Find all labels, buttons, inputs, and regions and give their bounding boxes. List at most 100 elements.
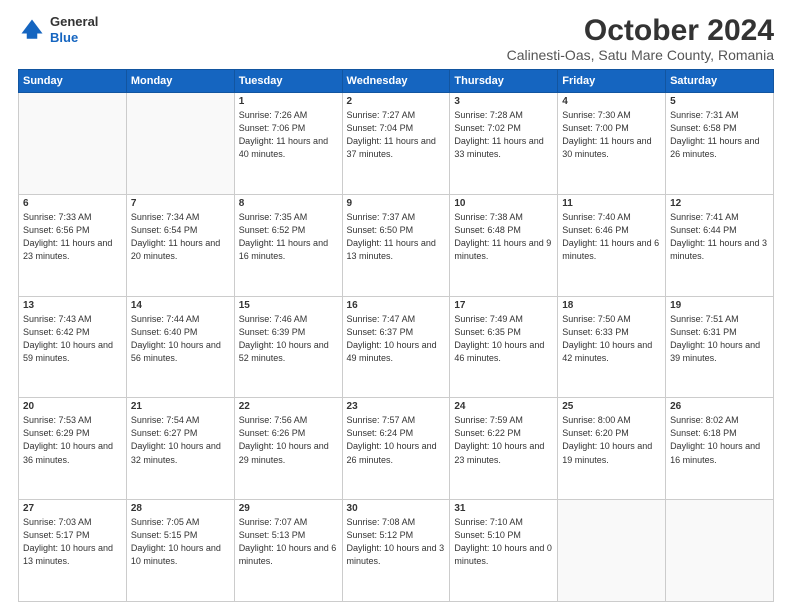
calendar-cell: 15Sunrise: 7:46 AMSunset: 6:39 PMDayligh… — [234, 296, 342, 398]
day-number: 4 — [562, 96, 661, 107]
calendar-week-4: 20 Sunrise: 7:53 AMSunset: 6:29 PMDayligh… — [19, 398, 774, 500]
cell-details: Sunrise: 7:47 AMSunset: 6:37 PMDaylight:… — [347, 313, 446, 365]
calendar-header-wednesday: Wednesday — [342, 70, 450, 93]
day-number: 12 — [670, 198, 769, 209]
calendar-cell: 26Sunrise: 8:02 AMSunset: 6:18 PMDayligh… — [666, 398, 774, 500]
logo-blue: Blue — [50, 30, 78, 45]
day-number: 30 — [347, 503, 446, 514]
calendar-cell: 10 Sunrise: 7:38 AMSunset: 6:48 PMDayligh… — [450, 194, 558, 296]
day-number: 13 — [23, 300, 122, 311]
cell-details: Sunrise: 7:40 AMSunset: 6:46 PMDaylight:… — [562, 211, 661, 263]
cell-details: Sunrise: 7:37 AMSunset: 6:50 PMDaylight:… — [347, 211, 446, 263]
calendar-cell: 29 Sunrise: 7:07 AMSunset: 5:13 PMDayligh… — [234, 500, 342, 602]
calendar-cell: 20 Sunrise: 7:53 AMSunset: 6:29 PMDayligh… — [19, 398, 127, 500]
day-number: 14 — [131, 300, 230, 311]
cell-details: Sunrise: 7:59 AMSunset: 6:22 PMDaylight:… — [454, 414, 553, 466]
day-number: 9 — [347, 198, 446, 209]
calendar-header-monday: Monday — [126, 70, 234, 93]
calendar-header-friday: Friday — [558, 70, 666, 93]
day-number: 22 — [239, 401, 338, 412]
cell-details: Sunrise: 7:54 AMSunset: 6:27 PMDaylight:… — [131, 414, 230, 466]
cell-details: Sunrise: 7:07 AMSunset: 5:13 PMDaylight:… — [239, 516, 338, 568]
calendar-cell: 30 Sunrise: 7:08 AMSunset: 5:12 PMDayligh… — [342, 500, 450, 602]
header: General Blue October 2024 Calinesti-Oas,… — [18, 14, 774, 63]
cell-details: Sunrise: 7:08 AMSunset: 5:12 PMDaylight:… — [347, 516, 446, 568]
day-number: 15 — [239, 300, 338, 311]
calendar-week-3: 13 Sunrise: 7:43 AMSunset: 6:42 PMDayligh… — [19, 296, 774, 398]
cell-details: Sunrise: 7:33 AMSunset: 6:56 PMDaylight:… — [23, 211, 122, 263]
cell-details: Sunrise: 8:02 AMSunset: 6:18 PMDaylight:… — [670, 414, 769, 466]
calendar-cell — [558, 500, 666, 602]
day-number: 25 — [562, 401, 661, 412]
day-number: 5 — [670, 96, 769, 107]
calendar-table: SundayMondayTuesdayWednesdayThursdayFrid… — [18, 69, 774, 602]
day-number: 19 — [670, 300, 769, 311]
day-number: 20 — [23, 401, 122, 412]
cell-details: Sunrise: 7:44 AMSunset: 6:40 PMDaylight:… — [131, 313, 230, 365]
cell-details: Sunrise: 7:50 AMSunset: 6:33 PMDaylight:… — [562, 313, 661, 365]
day-number: 11 — [562, 198, 661, 209]
cell-details: Sunrise: 7:53 AMSunset: 6:29 PMDaylight:… — [23, 414, 122, 466]
calendar-cell: 8Sunrise: 7:35 AMSunset: 6:52 PMDaylight… — [234, 194, 342, 296]
calendar-cell: 17 Sunrise: 7:49 AMSunset: 6:35 PMDayligh… — [450, 296, 558, 398]
calendar-cell: 22Sunrise: 7:56 AMSunset: 6:26 PMDayligh… — [234, 398, 342, 500]
cell-details: Sunrise: 7:28 AMSunset: 7:02 PMDaylight:… — [454, 109, 553, 161]
calendar-cell — [19, 93, 127, 195]
day-number: 27 — [23, 503, 122, 514]
logo-text: General Blue — [50, 14, 98, 45]
calendar-cell: 28Sunrise: 7:05 AMSunset: 5:15 PMDayligh… — [126, 500, 234, 602]
calendar-header-tuesday: Tuesday — [234, 70, 342, 93]
cell-details: Sunrise: 8:00 AMSunset: 6:20 PMDaylight:… — [562, 414, 661, 466]
day-number: 6 — [23, 198, 122, 209]
main-title: October 2024 — [507, 14, 774, 47]
calendar-cell: 11 Sunrise: 7:40 AMSunset: 6:46 PMDayligh… — [558, 194, 666, 296]
calendar-cell: 5 Sunrise: 7:31 AMSunset: 6:58 PMDaylight… — [666, 93, 774, 195]
cell-details: Sunrise: 7:51 AMSunset: 6:31 PMDaylight:… — [670, 313, 769, 365]
calendar-week-2: 6 Sunrise: 7:33 AMSunset: 6:56 PMDaylight… — [19, 194, 774, 296]
day-number: 16 — [347, 300, 446, 311]
calendar-cell: 23Sunrise: 7:57 AMSunset: 6:24 PMDayligh… — [342, 398, 450, 500]
day-number: 1 — [239, 96, 338, 107]
title-block: October 2024 Calinesti-Oas, Satu Mare Co… — [507, 14, 774, 63]
cell-details: Sunrise: 7:30 AMSunset: 7:00 PMDaylight:… — [562, 109, 661, 161]
calendar-header-sunday: Sunday — [19, 70, 127, 93]
calendar-cell: 12 Sunrise: 7:41 AMSunset: 6:44 PMDayligh… — [666, 194, 774, 296]
logo: General Blue — [18, 14, 98, 45]
calendar-cell: 19 Sunrise: 7:51 AMSunset: 6:31 PMDayligh… — [666, 296, 774, 398]
calendar-cell: 9 Sunrise: 7:37 AMSunset: 6:50 PMDaylight… — [342, 194, 450, 296]
calendar-cell: 16 Sunrise: 7:47 AMSunset: 6:37 PMDayligh… — [342, 296, 450, 398]
day-number: 24 — [454, 401, 553, 412]
calendar-cell: 1 Sunrise: 7:26 AMSunset: 7:06 PMDaylight… — [234, 93, 342, 195]
cell-details: Sunrise: 7:43 AMSunset: 6:42 PMDaylight:… — [23, 313, 122, 365]
cell-details: Sunrise: 7:57 AMSunset: 6:24 PMDaylight:… — [347, 414, 446, 466]
calendar-cell: 18 Sunrise: 7:50 AMSunset: 6:33 PMDayligh… — [558, 296, 666, 398]
calendar-cell — [666, 500, 774, 602]
cell-details: Sunrise: 7:03 AMSunset: 5:17 PMDaylight:… — [23, 516, 122, 568]
cell-details: Sunrise: 7:34 AMSunset: 6:54 PMDaylight:… — [131, 211, 230, 263]
calendar-header-thursday: Thursday — [450, 70, 558, 93]
calendar-cell: 31Sunrise: 7:10 AMSunset: 5:10 PMDayligh… — [450, 500, 558, 602]
day-number: 28 — [131, 503, 230, 514]
day-number: 3 — [454, 96, 553, 107]
calendar-cell: 21 Sunrise: 7:54 AMSunset: 6:27 PMDayligh… — [126, 398, 234, 500]
calendar-cell: 7Sunrise: 7:34 AMSunset: 6:54 PMDaylight… — [126, 194, 234, 296]
calendar-cell — [126, 93, 234, 195]
cell-details: Sunrise: 7:41 AMSunset: 6:44 PMDaylight:… — [670, 211, 769, 263]
calendar-cell: 24 Sunrise: 7:59 AMSunset: 6:22 PMDayligh… — [450, 398, 558, 500]
logo-general: General — [50, 14, 98, 29]
calendar-cell: 27 Sunrise: 7:03 AMSunset: 5:17 PMDayligh… — [19, 500, 127, 602]
cell-details: Sunrise: 7:38 AMSunset: 6:48 PMDaylight:… — [454, 211, 553, 263]
cell-details: Sunrise: 7:31 AMSunset: 6:58 PMDaylight:… — [670, 109, 769, 161]
day-number: 10 — [454, 198, 553, 209]
calendar-week-5: 27 Sunrise: 7:03 AMSunset: 5:17 PMDayligh… — [19, 500, 774, 602]
calendar-header-saturday: Saturday — [666, 70, 774, 93]
cell-details: Sunrise: 7:35 AMSunset: 6:52 PMDaylight:… — [239, 211, 338, 263]
day-number: 21 — [131, 401, 230, 412]
calendar-cell: 6 Sunrise: 7:33 AMSunset: 6:56 PMDaylight… — [19, 194, 127, 296]
cell-details: Sunrise: 7:49 AMSunset: 6:35 PMDaylight:… — [454, 313, 553, 365]
calendar-cell: 3 Sunrise: 7:28 AMSunset: 7:02 PMDaylight… — [450, 93, 558, 195]
day-number: 29 — [239, 503, 338, 514]
day-number: 18 — [562, 300, 661, 311]
day-number: 17 — [454, 300, 553, 311]
cell-details: Sunrise: 7:26 AMSunset: 7:06 PMDaylight:… — [239, 109, 338, 161]
